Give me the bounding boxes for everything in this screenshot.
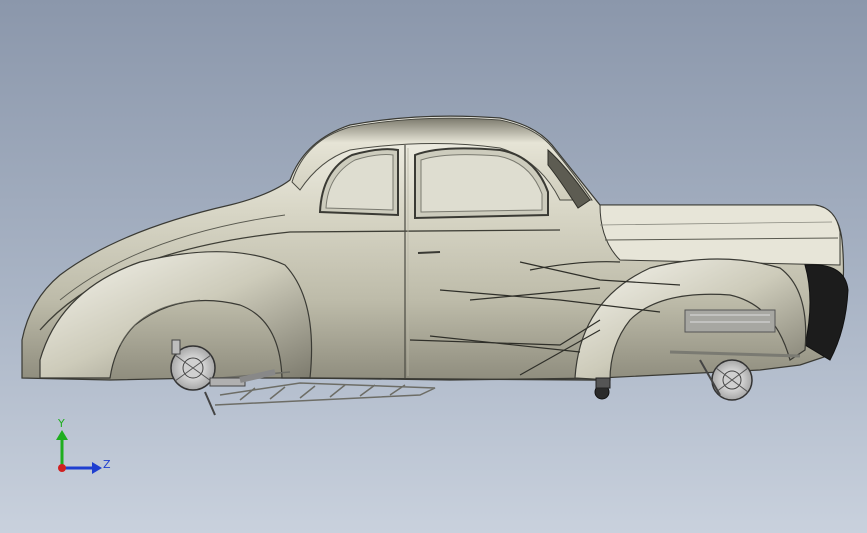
z-axis-label: Z xyxy=(103,458,111,471)
front-grille xyxy=(804,264,849,361)
hood-panel xyxy=(599,204,841,266)
y-axis-label: Y xyxy=(57,417,65,430)
z-axis-arrow-icon xyxy=(92,462,102,474)
y-axis-arrow-icon xyxy=(56,430,68,440)
model-view[interactable]: Y Z xyxy=(0,0,867,533)
origin-icon xyxy=(58,464,66,472)
cad-viewport[interactable]: Y Z xyxy=(0,0,867,533)
coordinate-triad: Y Z xyxy=(56,417,111,474)
door-handle xyxy=(417,251,441,254)
oil-pan xyxy=(594,377,611,400)
